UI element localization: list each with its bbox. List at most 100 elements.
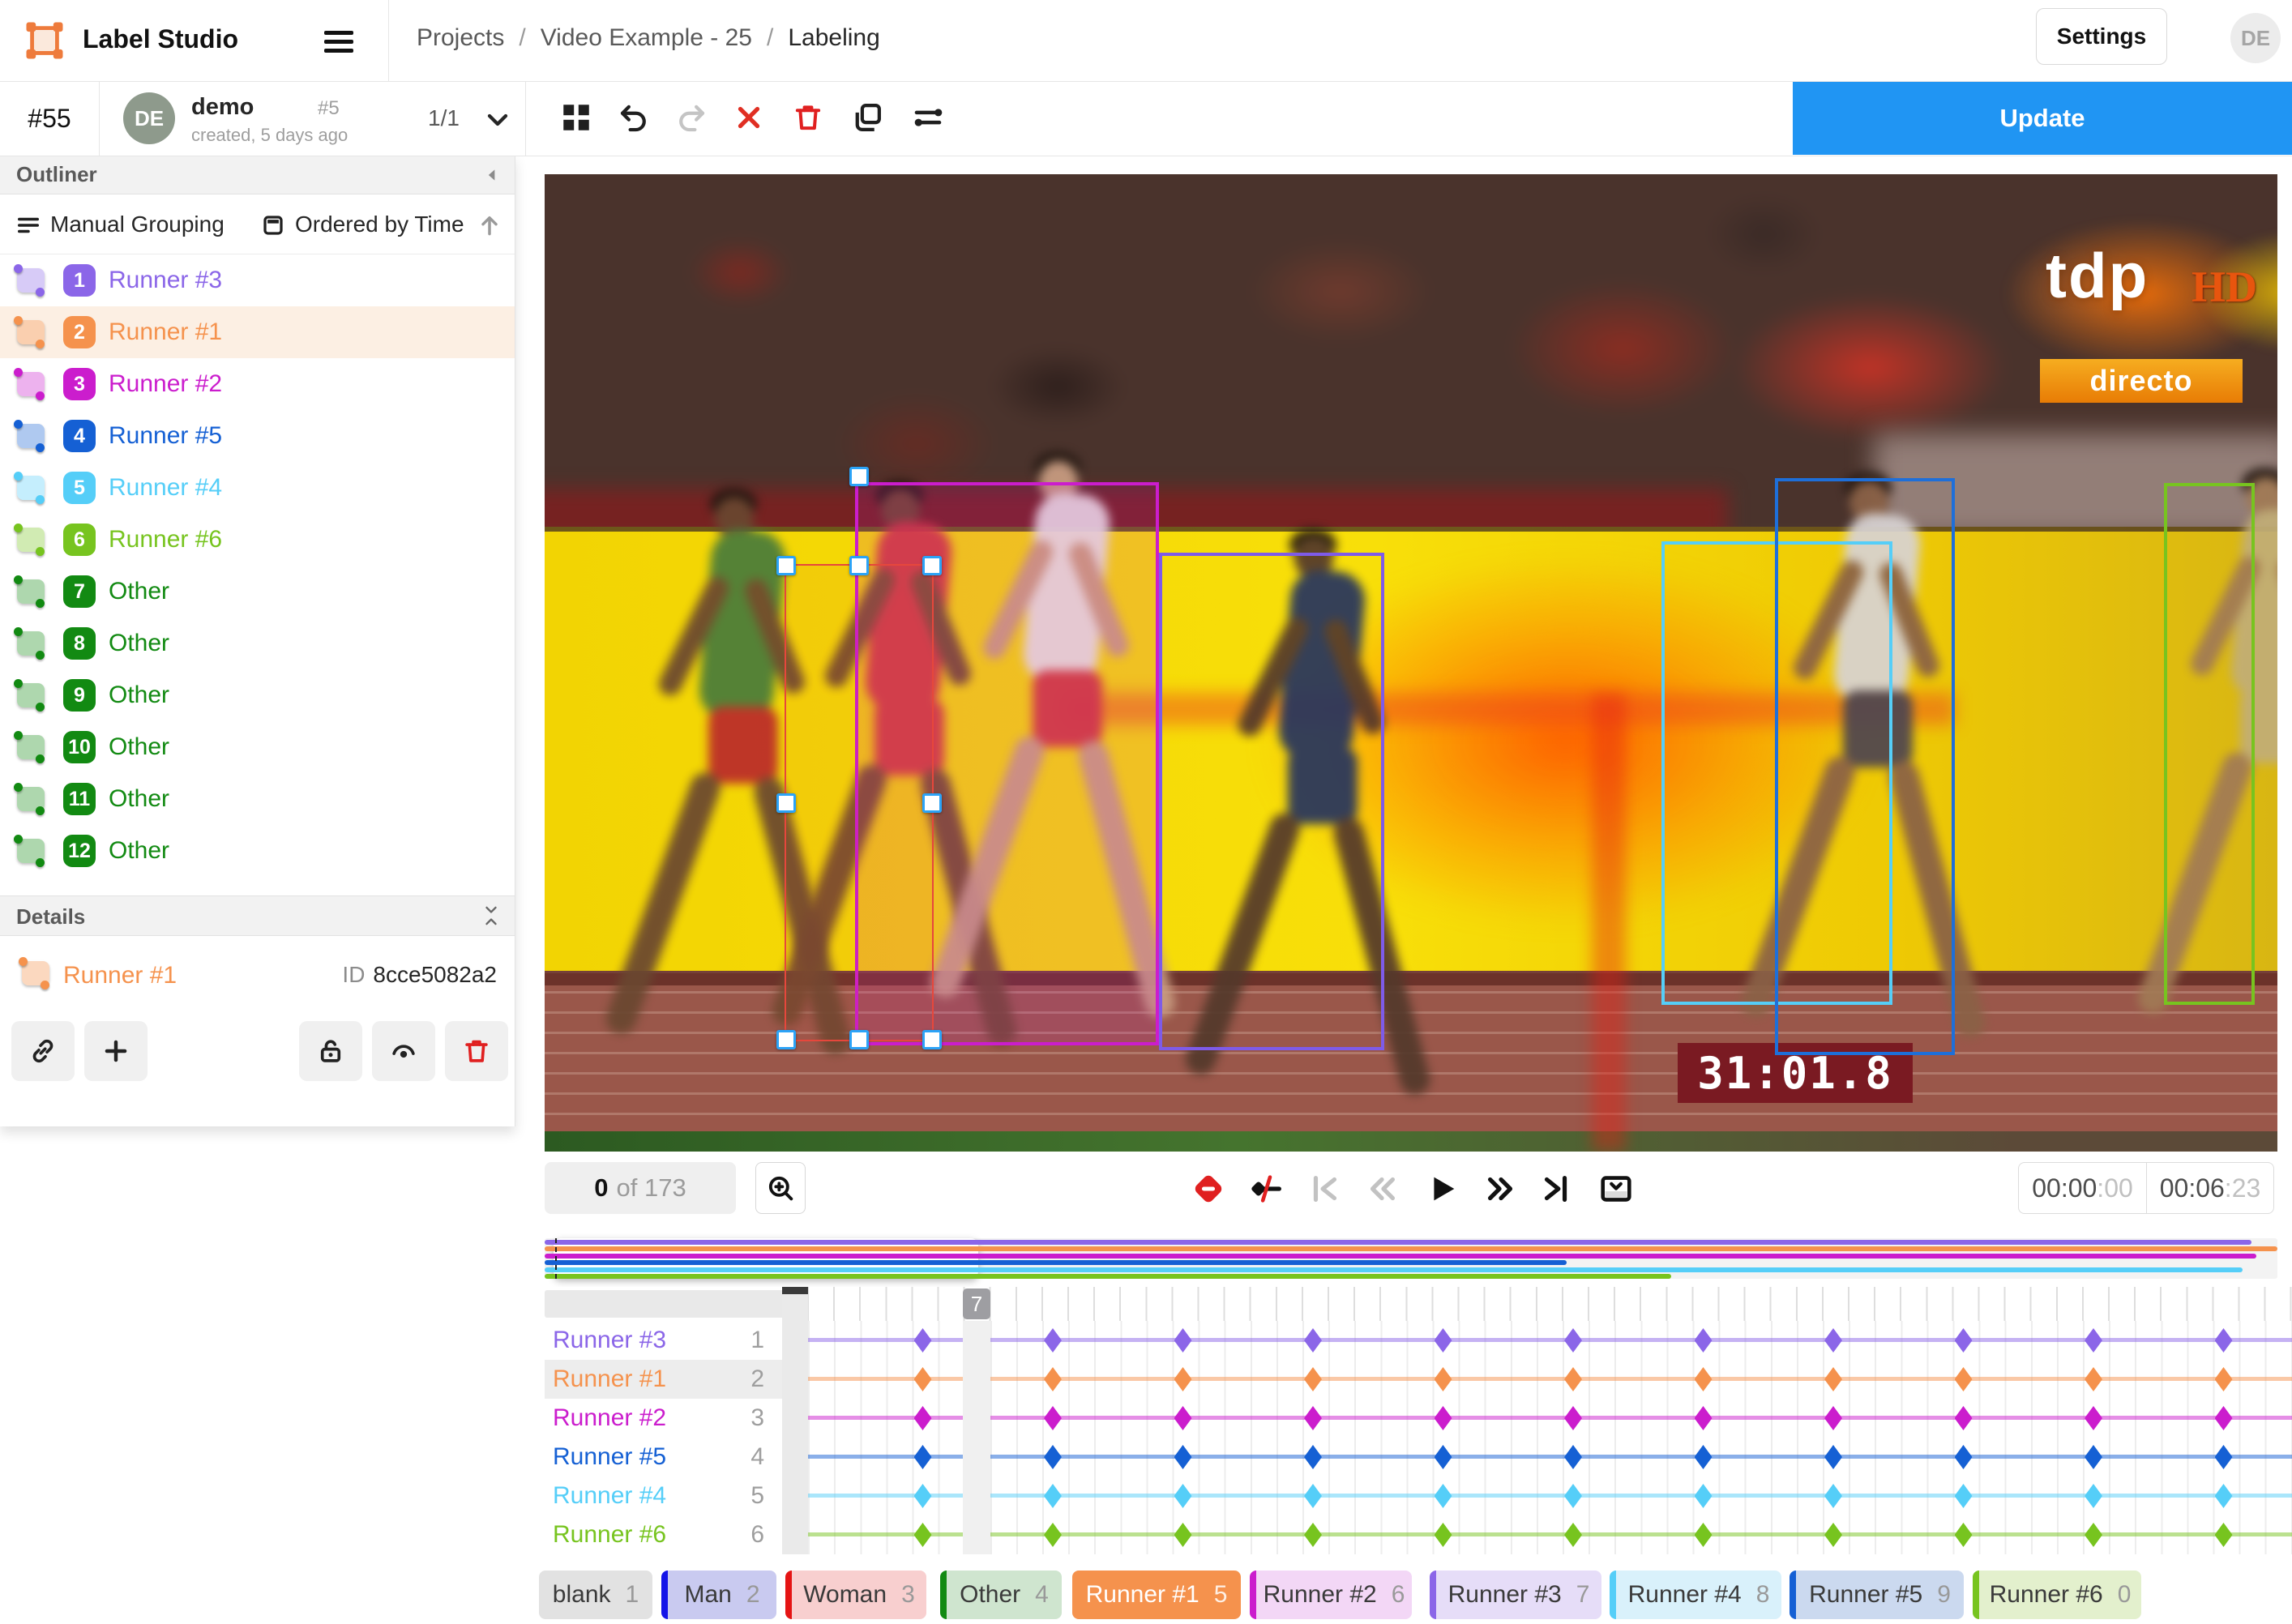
region-list-item[interactable]: 5 Runner #4 [0, 462, 515, 514]
view-all-button[interactable] [553, 94, 600, 141]
minimap-viewport[interactable] [554, 1238, 978, 1279]
keyframe-diamond[interactable] [1304, 1406, 1322, 1430]
zoom-in-icon[interactable] [755, 1162, 806, 1214]
keyframe-diamond[interactable] [1955, 1523, 1973, 1547]
keyframe-diamond[interactable] [2215, 1484, 2233, 1508]
keyframe-diamond[interactable] [1824, 1367, 1842, 1391]
keyframe-diamond[interactable] [2085, 1484, 2102, 1508]
add-relation-button[interactable] [84, 1021, 148, 1081]
keyframe-diamond[interactable] [2085, 1523, 2102, 1547]
keyframe-toggle-icon[interactable] [1242, 1165, 1288, 1211]
keyframe-diamond[interactable] [1304, 1367, 1322, 1391]
skip-to-start-icon[interactable] [1301, 1165, 1346, 1211]
keyframe-diamond[interactable] [2215, 1445, 2233, 1469]
play-icon[interactable] [1418, 1165, 1464, 1211]
keyframe-diamond[interactable] [1044, 1406, 1062, 1430]
order-toggle[interactable]: Ordered by Time [295, 212, 464, 237]
region-list-item[interactable]: 3 Runner #2 [0, 358, 515, 410]
region-list-item[interactable]: 10 Other [0, 721, 515, 773]
keyframe-diamond[interactable] [1695, 1367, 1713, 1391]
skip-to-end-icon[interactable] [1533, 1165, 1578, 1211]
keyframe-diamond[interactable] [1174, 1445, 1192, 1469]
resize-handle[interactable] [849, 1030, 869, 1049]
keyframe-diamond[interactable] [1435, 1406, 1452, 1430]
user-avatar[interactable]: DE [2230, 13, 2281, 63]
delete-annotation-icon[interactable] [785, 94, 832, 141]
label-hotkey-button[interactable]: Other4 [940, 1571, 1062, 1619]
menu-icon[interactable] [321, 23, 358, 58]
region-list-item[interactable]: 8 Other [0, 618, 515, 669]
keyframe-diamond[interactable] [1174, 1328, 1192, 1353]
settings-flow-icon[interactable] [904, 94, 951, 141]
keyframe-diamond[interactable] [1044, 1523, 1062, 1547]
copy-icon[interactable] [844, 94, 891, 141]
collapse-panels-icon[interactable] [482, 903, 500, 929]
keyframe-diamond[interactable] [1955, 1406, 1973, 1430]
region-list-item[interactable]: 2 Runner #1 [0, 306, 515, 358]
label-hotkey-button[interactable]: Runner #60 [1973, 1571, 2141, 1619]
sort-direction-icon[interactable] [477, 212, 502, 238]
frame-counter[interactable]: 0 of 173 [545, 1162, 736, 1214]
resize-handle[interactable] [776, 556, 796, 575]
time-duration-input[interactable]: 00:06:23 [2146, 1162, 2274, 1214]
label-hotkey-button[interactable]: Man2 [661, 1571, 776, 1619]
keyframe-diamond[interactable] [1955, 1484, 1973, 1508]
next-keyframe-icon[interactable] [1477, 1165, 1523, 1211]
keyframe-diamond[interactable] [914, 1523, 932, 1547]
region-list-item[interactable]: 9 Other [0, 669, 515, 721]
collapse-left-icon[interactable] [484, 167, 500, 183]
keyframe-diamond[interactable] [2085, 1445, 2102, 1469]
keyframe-diamond[interactable] [1955, 1445, 1973, 1469]
label-hotkey-button[interactable]: Runner #59 [1790, 1571, 1964, 1619]
timeline-minimap[interactable] [545, 1238, 2277, 1279]
keyframe-diamond[interactable] [914, 1406, 932, 1430]
keyframe-diamond[interactable] [914, 1484, 932, 1508]
keyframe-diamond[interactable] [1435, 1484, 1452, 1508]
keyframe-diamond[interactable] [1564, 1484, 1582, 1508]
keyframe-diamond[interactable] [1435, 1328, 1452, 1353]
keyframe-diamond[interactable] [2085, 1406, 2102, 1430]
keyframe-diamond[interactable] [2085, 1328, 2102, 1353]
keyframe-diamond[interactable] [1824, 1523, 1842, 1547]
keyframe-diamond[interactable] [1304, 1328, 1322, 1353]
keyframe-diamond[interactable] [1435, 1367, 1452, 1391]
label-hotkey-button[interactable]: Runner #15 [1072, 1571, 1241, 1619]
time-position-input[interactable]: 00:00:00 [2018, 1162, 2146, 1214]
label-hotkey-button[interactable]: Runner #26 [1250, 1571, 1412, 1619]
keyframe-diamond[interactable] [1955, 1328, 1973, 1353]
timeline-row-label[interactable]: Runner #6 6 [545, 1515, 782, 1554]
keyframe-diamond[interactable] [1304, 1484, 1322, 1508]
resize-handle[interactable] [922, 556, 942, 575]
keyframe-diamond[interactable] [1044, 1445, 1062, 1469]
timeline-row-label[interactable]: Runner #3 1 [545, 1321, 782, 1360]
lock-region-button[interactable] [299, 1021, 362, 1081]
chevron-down-icon[interactable] [477, 102, 512, 138]
breadcrumb-projects[interactable]: Projects [417, 24, 504, 52]
video-bbox-runner-1[interactable] [785, 564, 934, 1041]
keyframe-diamond[interactable] [1564, 1445, 1582, 1469]
resize-handle[interactable] [849, 556, 869, 575]
settings-button[interactable]: Settings [2036, 8, 2167, 65]
keyframe-diamond[interactable] [1304, 1445, 1322, 1469]
collapse-timeline-icon[interactable] [1593, 1165, 1638, 1211]
previous-keyframe-icon[interactable] [1358, 1165, 1404, 1211]
hide-region-button[interactable] [372, 1021, 435, 1081]
video-bbox-runner-3[interactable] [1159, 553, 1384, 1050]
keyframe-diamond[interactable] [1044, 1328, 1062, 1353]
region-list-item[interactable]: 12 Other [0, 825, 515, 877]
keyframe-diamond[interactable] [2085, 1367, 2102, 1391]
keyframe-diamond[interactable] [1174, 1484, 1192, 1508]
timeline-row-label[interactable]: Runner #4 5 [545, 1477, 782, 1515]
delete-region-button[interactable] [445, 1021, 508, 1081]
region-list-item[interactable]: 6 Runner #6 [0, 514, 515, 566]
timeline-row-label[interactable]: Runner #5 4 [545, 1438, 782, 1477]
current-frame-marker[interactable] [782, 1287, 808, 1294]
resize-handle[interactable] [922, 1030, 942, 1049]
keyframe-diamond[interactable] [1174, 1523, 1192, 1547]
keyframe-diamond[interactable] [914, 1445, 932, 1469]
label-hotkey-button[interactable]: Woman3 [785, 1571, 926, 1619]
video-canvas[interactable]: tdp HD directo 31:01.8 [545, 174, 2277, 1152]
region-list-item[interactable]: 11 Other [0, 773, 515, 825]
video-bbox-runner-6[interactable] [2164, 483, 2255, 1005]
region-list-item[interactable]: 4 Runner #5 [0, 410, 515, 462]
